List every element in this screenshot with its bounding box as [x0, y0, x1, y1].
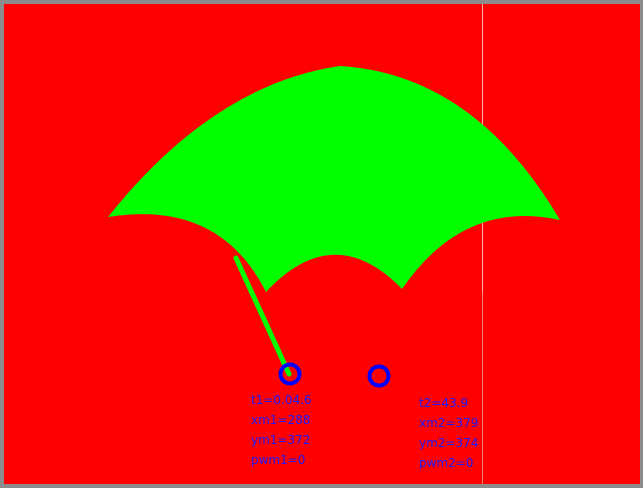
pwm2-value: pwm2=0 — [419, 456, 474, 470]
plot-area — [4, 4, 640, 484]
t1-value: t1=0.04.6 — [251, 393, 312, 407]
pwm1-value: pwm1=0 — [251, 453, 306, 467]
ym2-value: ym2=374 — [419, 436, 479, 450]
xm2-value: xm2=379 — [419, 416, 479, 430]
readout-right: t2=43.9 xm2=379 ym2=374 pwm2=0 — [419, 393, 478, 473]
readout-left: t1=0.04.6 xm1=288 ym1=372 pwm1=0 — [251, 390, 312, 470]
xm1-value: xm1=288 — [251, 413, 311, 427]
simulation-canvas: t1=0.04.6 xm1=288 ym1=372 pwm1=0 t2=43.9… — [0, 0, 643, 488]
t2-value: t2=43.9 — [419, 396, 469, 410]
ym1-value: ym1=372 — [251, 433, 311, 447]
